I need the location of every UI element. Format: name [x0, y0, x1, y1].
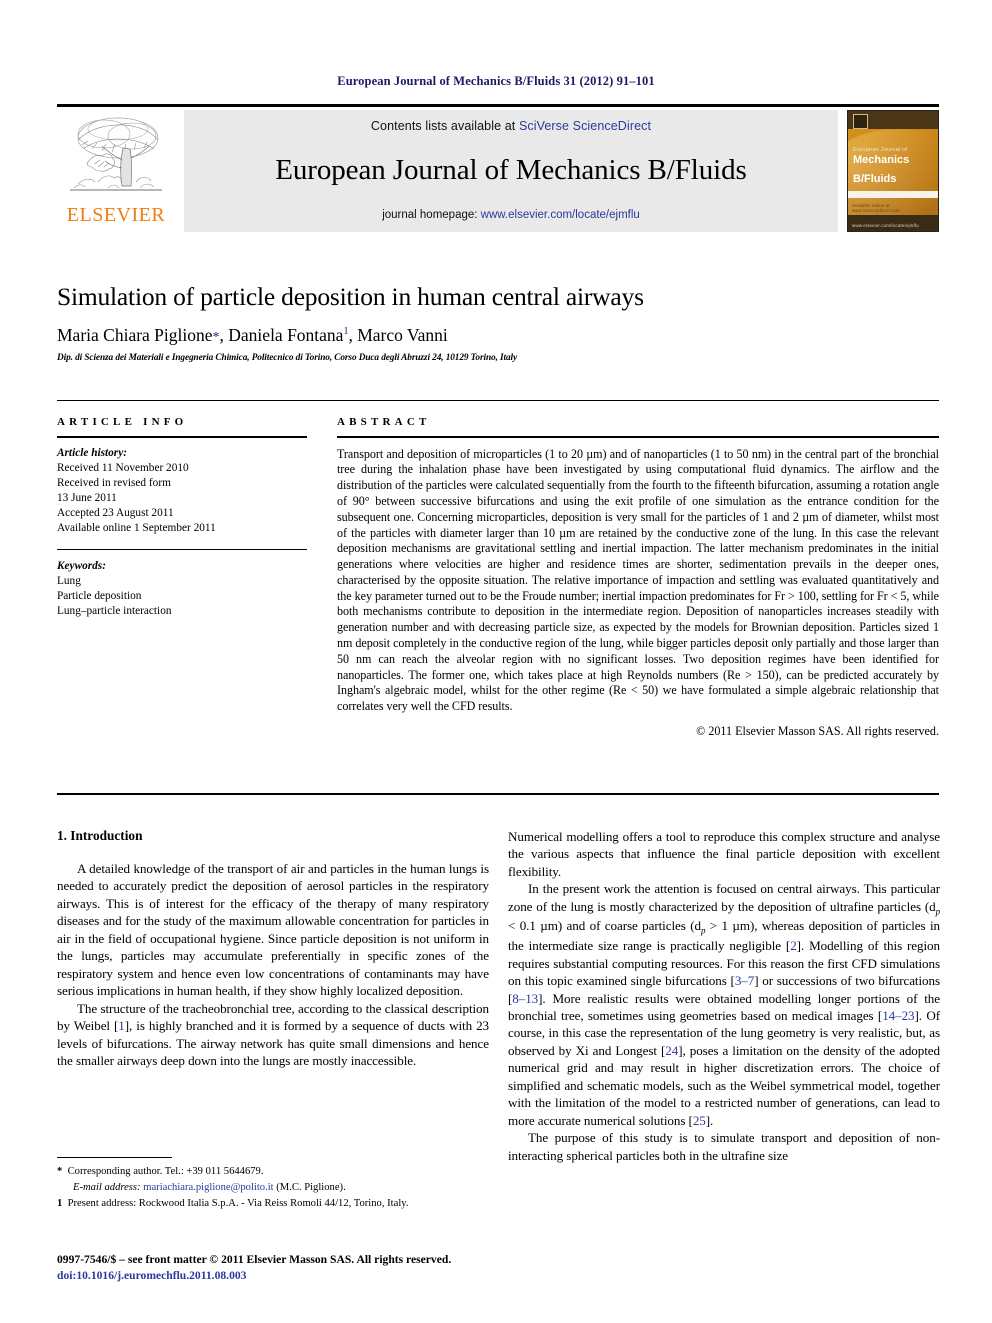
email-owner: (M.C. Piglione). — [276, 1182, 346, 1194]
imprint-block: 0997-7546/$ – see front matter © 2011 El… — [57, 1252, 527, 1285]
history-item: Received in revised form — [57, 476, 171, 489]
homepage-prefix: journal homepage: — [382, 208, 481, 221]
journal-title: European Journal of Mechanics B/Fluids — [275, 154, 747, 186]
footnote-text: Present address: Rockwood Italia S.p.A. … — [67, 1197, 409, 1209]
footnote-separator-rule — [57, 1157, 172, 1159]
author-2: Daniela Fontana — [228, 324, 344, 345]
history-item: Accepted 23 August 2011 — [57, 506, 174, 519]
journal-header: ELSEVIER Contents lists available at Sci… — [57, 104, 939, 232]
footnote-mark-one: 1 — [57, 1197, 63, 1209]
contents-lists-line: Contents lists available at SciVerse Sci… — [371, 119, 651, 133]
sciencedirect-link[interactable]: SciVerse ScienceDirect — [519, 119, 651, 133]
footnotes-block: * Corresponding author. Tel.: +39 011 56… — [57, 1157, 489, 1213]
page-title: Simulation of particle deposition in hum… — [57, 282, 644, 311]
author-1-footnote-mark[interactable]: * — [213, 330, 220, 345]
abstract-bottom-rule — [57, 793, 939, 796]
keyword-item: Lung–particle interaction — [57, 605, 172, 618]
cover-line1: European Journal of — [853, 146, 908, 153]
abstract-rule — [337, 436, 939, 438]
section-heading-introduction: 1. Introduction — [57, 828, 143, 843]
running-head: European Journal of Mechanics B/Fluids 3… — [337, 74, 655, 88]
paragraph-part: < 0.1 µm) and of coarse particles (d — [508, 918, 701, 934]
abstract-block: ABSTRACT Transport and deposition of mic… — [337, 416, 939, 739]
journal-homepage-line: journal homepage: www.elsevier.com/locat… — [382, 209, 640, 221]
cover-publisher-icon — [853, 113, 868, 129]
footnote-text: Corresponding author. Tel.: +39 011 5644… — [67, 1166, 264, 1178]
paragraph: The structure of the tracheobronchial tr… — [57, 1000, 489, 1070]
affiliation: Dip. di Scienza dei Materiali e Ingegner… — [57, 352, 518, 363]
cover-line2: Mechanics — [853, 153, 910, 166]
body-column-right: Numerical modelling offers a tool to rep… — [508, 828, 940, 1164]
abstract-label: ABSTRACT — [337, 416, 431, 428]
citation-ref[interactable]: 8–13 — [512, 991, 538, 1006]
footnote-mark-asterisk: * — [57, 1166, 63, 1178]
contents-lists-prefix: Contents lists available at — [370, 118, 519, 133]
footnote-present-address: 1 Present address: Rockwood Italia S.p.A… — [57, 1197, 489, 1212]
abstract-text: Transport and deposition of microparticl… — [337, 446, 939, 714]
cover-line3: B/Fluids — [853, 172, 897, 185]
author-list: Maria Chiara Piglione*, Daniela Fontana1… — [57, 324, 448, 345]
article-info-label: ARTICLE INFO — [57, 416, 188, 428]
article-history: Article history: Received 11 November 20… — [57, 446, 307, 536]
footnote-corresponding-author: * Corresponding author. Tel.: +39 011 56… — [57, 1165, 489, 1180]
info-section-top-rule — [57, 400, 939, 402]
keywords-label: Keywords: — [57, 560, 106, 573]
article-first-page: European Journal of Mechanics B/Fluids 3… — [0, 0, 992, 1323]
history-item: Available online 1 September 2011 — [57, 521, 216, 534]
footnote-email: E-mail address: mariachiara.piglione@pol… — [57, 1181, 489, 1196]
article-info-block: ARTICLE INFO Article history: Received 1… — [57, 416, 307, 619]
paragraph: A detailed knowledge of the transport of… — [57, 861, 489, 999]
elsevier-tree-icon — [64, 112, 168, 204]
history-item: Received 11 November 2010 — [57, 461, 189, 474]
paragraph-part: ]. — [705, 1112, 714, 1128]
cover-foot-tiny: Available online at www.sciencedirect.co… — [852, 202, 900, 213]
body-column-left: 1. Introduction A detailed knowledge of … — [57, 828, 489, 1070]
elsevier-wordmark: ELSEVIER — [66, 203, 166, 226]
article-history-label: Article history: — [57, 446, 127, 459]
citation-ref[interactable]: 14–23 — [882, 1008, 914, 1023]
keyword-item: Particle deposition — [57, 590, 142, 603]
abstract-copyright: © 2011 Elsevier Masson SAS. All rights r… — [696, 723, 939, 738]
journal-cover-thumbnail: European Journal of Mechanics B/Fluids A… — [847, 109, 939, 232]
paragraph: In the present work the attention is foc… — [508, 880, 940, 1129]
keyword-item: Lung — [57, 575, 81, 588]
history-item: 13 June 2011 — [57, 491, 117, 504]
issn-line: 0997-7546/$ – see front matter © 2011 El… — [57, 1253, 452, 1266]
paragraph: The purpose of this study is to simulate… — [508, 1130, 940, 1163]
citation-ref[interactable]: 25 — [693, 1113, 706, 1128]
cover-white-stripe — [848, 190, 938, 198]
title-block: Simulation of particle deposition in hum… — [57, 282, 939, 363]
paragraph-part: In the present work the attention is foc… — [508, 881, 940, 914]
email-link[interactable]: mariachiara.piglione@polito.it — [143, 1182, 273, 1193]
keywords-block: Keywords: Lung Particle deposition Lung–… — [57, 559, 307, 619]
paragraph: Numerical modelling offers a tool to rep… — [508, 829, 940, 879]
cover-foot-text: www.elsevier.com/locate/ejmflu — [852, 222, 919, 228]
article-info-rule — [57, 436, 307, 438]
header-top-rule — [57, 104, 939, 107]
author-1: Maria Chiara Piglione — [57, 324, 213, 345]
keywords-rule — [57, 548, 307, 551]
citation-ref[interactable]: 3–7 — [735, 973, 754, 988]
email-label: E-mail address: — [73, 1182, 141, 1194]
doi-link[interactable]: doi:10.1016/j.euromechflu.2011.08.003 — [57, 1268, 527, 1284]
elsevier-logo: ELSEVIER — [57, 110, 175, 232]
subscript-p: p — [935, 906, 941, 917]
author-2-footnote-mark[interactable]: 1 — [343, 326, 348, 337]
journal-homepage-link[interactable]: www.elsevier.com/locate/ejmflu — [481, 209, 640, 221]
citation-ref[interactable]: 24 — [665, 1043, 678, 1058]
journal-banner: Contents lists available at SciVerse Sci… — [184, 109, 838, 232]
paragraph-part: ]. More realistic results were obtained … — [508, 990, 940, 1023]
author-3: Marco Vanni — [357, 324, 448, 345]
